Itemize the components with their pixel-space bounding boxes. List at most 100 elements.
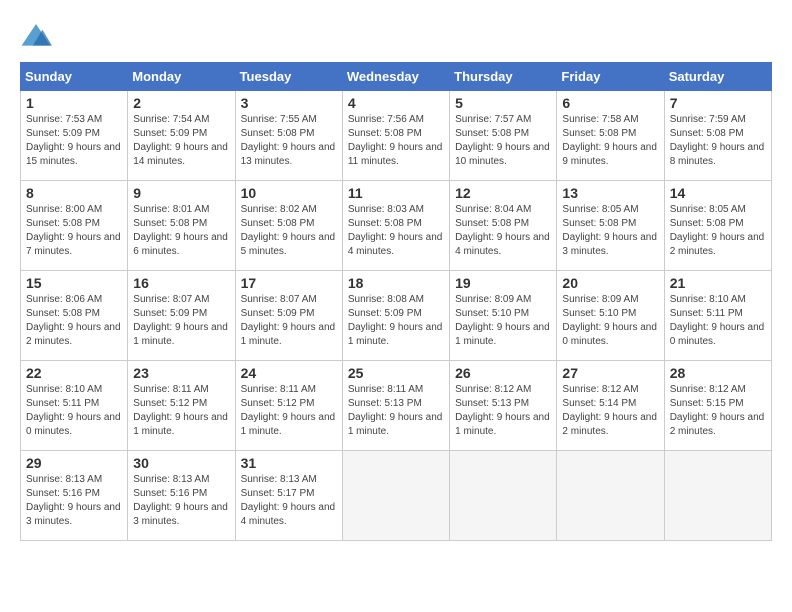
calendar-cell: 15 Sunrise: 8:06 AMSunset: 5:08 PMDaylig… — [21, 271, 128, 361]
calendar-cell: 26 Sunrise: 8:12 AMSunset: 5:13 PMDaylig… — [450, 361, 557, 451]
day-info: Sunrise: 8:13 AMSunset: 5:16 PMDaylight:… — [26, 474, 121, 527]
day-number: 22 — [26, 365, 122, 381]
day-info: Sunrise: 7:55 AMSunset: 5:08 PMDaylight:… — [241, 114, 336, 167]
day-number: 8 — [26, 185, 122, 201]
col-header-sunday: Sunday — [21, 63, 128, 91]
calendar-cell — [450, 451, 557, 541]
day-info: Sunrise: 8:08 AMSunset: 5:09 PMDaylight:… — [348, 294, 443, 347]
day-number: 4 — [348, 95, 444, 111]
day-info: Sunrise: 7:56 AMSunset: 5:08 PMDaylight:… — [348, 114, 443, 167]
day-number: 26 — [455, 365, 551, 381]
day-info: Sunrise: 8:09 AMSunset: 5:10 PMDaylight:… — [562, 294, 657, 347]
day-number: 29 — [26, 455, 122, 471]
day-number: 17 — [241, 275, 337, 291]
day-info: Sunrise: 8:04 AMSunset: 5:08 PMDaylight:… — [455, 204, 550, 257]
calendar-cell: 3 Sunrise: 7:55 AMSunset: 5:08 PMDayligh… — [235, 91, 342, 181]
day-info: Sunrise: 8:12 AMSunset: 5:14 PMDaylight:… — [562, 384, 657, 437]
day-number: 15 — [26, 275, 122, 291]
day-info: Sunrise: 7:59 AMSunset: 5:08 PMDaylight:… — [670, 114, 765, 167]
header-row: SundayMondayTuesdayWednesdayThursdayFrid… — [21, 63, 772, 91]
day-number: 6 — [562, 95, 658, 111]
calendar-cell: 8 Sunrise: 8:00 AMSunset: 5:08 PMDayligh… — [21, 181, 128, 271]
logo-icon — [20, 20, 52, 52]
col-header-wednesday: Wednesday — [342, 63, 449, 91]
calendar-cell: 20 Sunrise: 8:09 AMSunset: 5:10 PMDaylig… — [557, 271, 664, 361]
day-number: 20 — [562, 275, 658, 291]
day-number: 23 — [133, 365, 229, 381]
col-header-thursday: Thursday — [450, 63, 557, 91]
day-number: 7 — [670, 95, 766, 111]
day-number: 9 — [133, 185, 229, 201]
day-number: 21 — [670, 275, 766, 291]
calendar-cell: 22 Sunrise: 8:10 AMSunset: 5:11 PMDaylig… — [21, 361, 128, 451]
day-number: 30 — [133, 455, 229, 471]
calendar-cell: 6 Sunrise: 7:58 AMSunset: 5:08 PMDayligh… — [557, 91, 664, 181]
day-number: 18 — [348, 275, 444, 291]
day-info: Sunrise: 8:11 AMSunset: 5:12 PMDaylight:… — [133, 384, 228, 437]
col-header-friday: Friday — [557, 63, 664, 91]
day-info: Sunrise: 8:05 AMSunset: 5:08 PMDaylight:… — [562, 204, 657, 257]
calendar-cell: 14 Sunrise: 8:05 AMSunset: 5:08 PMDaylig… — [664, 181, 771, 271]
day-info: Sunrise: 8:11 AMSunset: 5:13 PMDaylight:… — [348, 384, 443, 437]
col-header-saturday: Saturday — [664, 63, 771, 91]
day-info: Sunrise: 8:11 AMSunset: 5:12 PMDaylight:… — [241, 384, 336, 437]
day-info: Sunrise: 8:07 AMSunset: 5:09 PMDaylight:… — [241, 294, 336, 347]
day-info: Sunrise: 8:12 AMSunset: 5:15 PMDaylight:… — [670, 384, 765, 437]
day-number: 3 — [241, 95, 337, 111]
calendar-cell: 5 Sunrise: 7:57 AMSunset: 5:08 PMDayligh… — [450, 91, 557, 181]
calendar-cell: 30 Sunrise: 8:13 AMSunset: 5:16 PMDaylig… — [128, 451, 235, 541]
calendar-cell: 13 Sunrise: 8:05 AMSunset: 5:08 PMDaylig… — [557, 181, 664, 271]
week-row-3: 15 Sunrise: 8:06 AMSunset: 5:08 PMDaylig… — [21, 271, 772, 361]
day-info: Sunrise: 8:12 AMSunset: 5:13 PMDaylight:… — [455, 384, 550, 437]
day-number: 14 — [670, 185, 766, 201]
week-row-1: 1 Sunrise: 7:53 AMSunset: 5:09 PMDayligh… — [21, 91, 772, 181]
day-number: 10 — [241, 185, 337, 201]
day-number: 25 — [348, 365, 444, 381]
calendar-cell: 10 Sunrise: 8:02 AMSunset: 5:08 PMDaylig… — [235, 181, 342, 271]
calendar-cell: 25 Sunrise: 8:11 AMSunset: 5:13 PMDaylig… — [342, 361, 449, 451]
calendar-table: SundayMondayTuesdayWednesdayThursdayFrid… — [20, 62, 772, 541]
calendar-cell: 11 Sunrise: 8:03 AMSunset: 5:08 PMDaylig… — [342, 181, 449, 271]
calendar-cell — [557, 451, 664, 541]
day-number: 5 — [455, 95, 551, 111]
day-info: Sunrise: 8:00 AMSunset: 5:08 PMDaylight:… — [26, 204, 121, 257]
week-row-4: 22 Sunrise: 8:10 AMSunset: 5:11 PMDaylig… — [21, 361, 772, 451]
day-info: Sunrise: 8:13 AMSunset: 5:16 PMDaylight:… — [133, 474, 228, 527]
calendar-cell: 2 Sunrise: 7:54 AMSunset: 5:09 PMDayligh… — [128, 91, 235, 181]
day-info: Sunrise: 7:53 AMSunset: 5:09 PMDaylight:… — [26, 114, 121, 167]
calendar-cell: 12 Sunrise: 8:04 AMSunset: 5:08 PMDaylig… — [450, 181, 557, 271]
col-header-tuesday: Tuesday — [235, 63, 342, 91]
calendar-cell: 4 Sunrise: 7:56 AMSunset: 5:08 PMDayligh… — [342, 91, 449, 181]
day-number: 28 — [670, 365, 766, 381]
day-number: 13 — [562, 185, 658, 201]
day-info: Sunrise: 8:13 AMSunset: 5:17 PMDaylight:… — [241, 474, 336, 527]
calendar-cell — [664, 451, 771, 541]
calendar-cell: 24 Sunrise: 8:11 AMSunset: 5:12 PMDaylig… — [235, 361, 342, 451]
day-number: 31 — [241, 455, 337, 471]
day-number: 24 — [241, 365, 337, 381]
calendar-cell: 18 Sunrise: 8:08 AMSunset: 5:09 PMDaylig… — [342, 271, 449, 361]
day-number: 11 — [348, 185, 444, 201]
day-number: 16 — [133, 275, 229, 291]
day-info: Sunrise: 8:10 AMSunset: 5:11 PMDaylight:… — [26, 384, 121, 437]
week-row-5: 29 Sunrise: 8:13 AMSunset: 5:16 PMDaylig… — [21, 451, 772, 541]
day-info: Sunrise: 8:09 AMSunset: 5:10 PMDaylight:… — [455, 294, 550, 347]
calendar-cell: 17 Sunrise: 8:07 AMSunset: 5:09 PMDaylig… — [235, 271, 342, 361]
day-info: Sunrise: 8:06 AMSunset: 5:08 PMDaylight:… — [26, 294, 121, 347]
day-info: Sunrise: 8:05 AMSunset: 5:08 PMDaylight:… — [670, 204, 765, 257]
day-info: Sunrise: 7:54 AMSunset: 5:09 PMDaylight:… — [133, 114, 228, 167]
calendar-cell: 28 Sunrise: 8:12 AMSunset: 5:15 PMDaylig… — [664, 361, 771, 451]
day-info: Sunrise: 8:02 AMSunset: 5:08 PMDaylight:… — [241, 204, 336, 257]
calendar-cell: 29 Sunrise: 8:13 AMSunset: 5:16 PMDaylig… — [21, 451, 128, 541]
calendar-cell: 1 Sunrise: 7:53 AMSunset: 5:09 PMDayligh… — [21, 91, 128, 181]
calendar-cell — [342, 451, 449, 541]
day-number: 1 — [26, 95, 122, 111]
day-info: Sunrise: 7:57 AMSunset: 5:08 PMDaylight:… — [455, 114, 550, 167]
day-number: 2 — [133, 95, 229, 111]
day-number: 27 — [562, 365, 658, 381]
calendar-cell: 27 Sunrise: 8:12 AMSunset: 5:14 PMDaylig… — [557, 361, 664, 451]
week-row-2: 8 Sunrise: 8:00 AMSunset: 5:08 PMDayligh… — [21, 181, 772, 271]
day-info: Sunrise: 8:03 AMSunset: 5:08 PMDaylight:… — [348, 204, 443, 257]
calendar-cell: 7 Sunrise: 7:59 AMSunset: 5:08 PMDayligh… — [664, 91, 771, 181]
calendar-cell: 19 Sunrise: 8:09 AMSunset: 5:10 PMDaylig… — [450, 271, 557, 361]
